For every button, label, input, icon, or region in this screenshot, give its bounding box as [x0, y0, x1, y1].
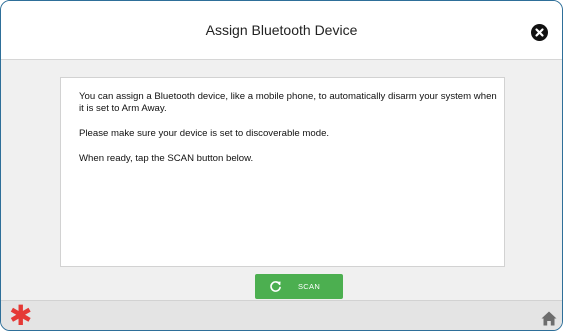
message-panel: You can assign a Bluetooth device, like … — [60, 77, 505, 267]
scan-button[interactable]: SCAN — [255, 274, 343, 299]
device-frame: Assign Bluetooth Device You can assign a… — [0, 0, 563, 331]
home-icon[interactable] — [541, 311, 557, 330]
scan-button-label: SCAN — [298, 282, 321, 291]
title-bar: Assign Bluetooth Device — [1, 1, 562, 60]
page-title: Assign Bluetooth Device — [205, 22, 358, 38]
message-paragraph-instruction: When ready, tap the SCAN button below. — [79, 153, 254, 164]
bottom-bar: ✱ — [1, 300, 562, 330]
close-icon[interactable] — [531, 24, 548, 41]
refresh-icon — [269, 280, 282, 298]
asterisk-icon[interactable]: ✱ — [9, 302, 32, 330]
content-area: You can assign a Bluetooth device, like … — [1, 60, 562, 300]
message-paragraph-intro: You can assign a Bluetooth device, like … — [79, 91, 497, 114]
message-paragraph-discoverable: Please make sure your device is set to d… — [79, 128, 330, 139]
